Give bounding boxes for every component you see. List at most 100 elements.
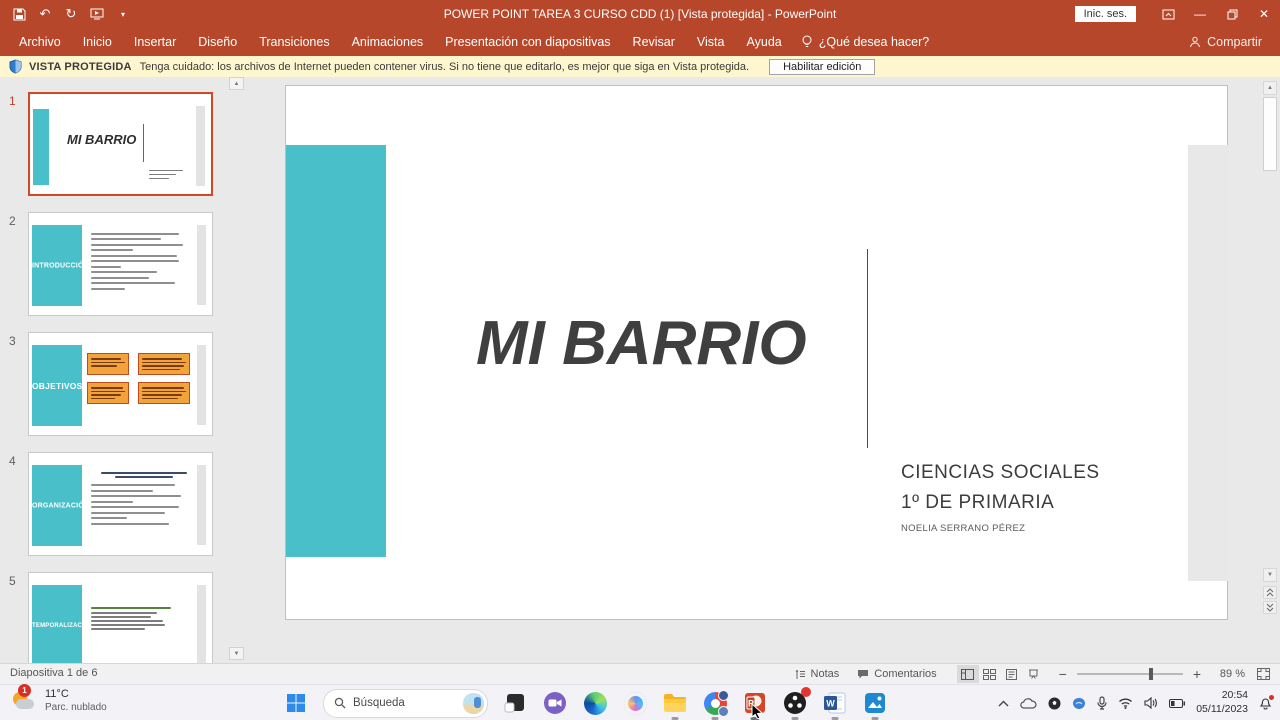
microphone-icon[interactable] <box>1097 696 1107 710</box>
slide-thumbnail-1[interactable]: MI BARRIO <box>28 92 213 196</box>
minimize-icon[interactable]: — <box>1184 0 1216 28</box>
obs-notification-dot <box>801 687 811 697</box>
zoom-slider[interactable] <box>1077 673 1183 675</box>
ribbon-tab-revisar[interactable]: Revisar <box>622 28 686 56</box>
start-slideshow-icon[interactable] <box>90 7 104 21</box>
file-explorer-icon[interactable] <box>662 690 688 716</box>
photos-icon[interactable] <box>862 690 888 716</box>
canvas-scrollbar-thumb[interactable] <box>1263 97 1277 171</box>
slideshow-icon[interactable] <box>1023 665 1045 683</box>
ribbon-tab-ayuda[interactable]: Ayuda <box>736 28 793 56</box>
notification-bell-icon[interactable] <box>1259 696 1272 710</box>
slide-thumbnail-2[interactable]: INTRODUCCIÓN <box>28 212 213 316</box>
thumb-gray-bar <box>197 345 206 425</box>
notes-button[interactable]: Notas <box>795 668 840 680</box>
close-icon[interactable]: ✕ <box>1248 0 1280 28</box>
sign-in-button[interactable]: Inic. ses. <box>1075 6 1136 22</box>
enable-editing-button[interactable]: Habilitar edición <box>769 59 875 75</box>
thumb-teal-block: OBJETIVOS <box>32 345 82 426</box>
tray-chevron-icon[interactable] <box>998 700 1009 707</box>
edge-icon[interactable] <box>582 690 608 716</box>
ribbon-tab-presentación-con-diapositivas[interactable]: Presentación con diapositivas <box>434 28 621 56</box>
slide-thumbnail-5[interactable]: TEMPORALIZACIÓN <box>28 572 213 663</box>
system-tray: 20:54 05/11/2023 <box>998 685 1272 720</box>
save-icon[interactable] <box>12 7 26 21</box>
restore-icon[interactable] <box>1216 0 1248 28</box>
slide-subtitle-line1: CIENCIAS SOCIALES <box>901 462 1100 484</box>
slide-thumbnail-3[interactable]: OBJETIVOS <box>28 332 213 436</box>
ribbon-tab-animaciones[interactable]: Animaciones <box>341 28 435 56</box>
slide-title: MI BARRIO <box>476 308 807 379</box>
wifi-icon[interactable] <box>1118 698 1133 709</box>
volume-icon[interactable] <box>1144 697 1158 709</box>
slide-number-5: 5 <box>9 574 16 588</box>
orange-box <box>138 382 190 404</box>
windows-taskbar: 1 11°C Parc. nublado Búsqueda <box>0 684 1280 720</box>
slide-teal-rectangle <box>286 145 386 557</box>
thumb-body-text <box>91 469 196 528</box>
previous-slide-button[interactable] <box>1263 586 1277 599</box>
mouse-cursor <box>751 703 764 719</box>
ribbon-tab-archivo[interactable]: Archivo <box>8 28 72 56</box>
fit-slide-to-window-icon[interactable] <box>1257 668 1270 680</box>
orange-box <box>87 382 129 404</box>
task-view-icon[interactable] <box>502 690 528 716</box>
share-button[interactable]: Compartir <box>1189 35 1262 49</box>
slide-divider-line <box>867 249 868 448</box>
next-slide-button[interactable] <box>1263 601 1277 614</box>
ball-icon[interactable] <box>1048 697 1061 710</box>
thumbnails-scroll-down-icon[interactable]: ▼ <box>229 647 244 660</box>
comments-button[interactable]: Comentarios <box>857 668 936 680</box>
undo-icon[interactable]: ↶ <box>38 7 52 21</box>
svg-text:W: W <box>826 699 835 709</box>
thumbnails-scroll-up-icon[interactable]: ▲ <box>229 77 244 90</box>
search-input[interactable]: Búsqueda <box>323 689 488 718</box>
ribbon-tab-vista[interactable]: Vista <box>686 28 736 56</box>
ribbon-tab-diseño[interactable]: Diseño <box>187 28 248 56</box>
blue-app-icon[interactable] <box>1072 697 1086 710</box>
comments-icon <box>857 669 869 680</box>
slide-canvas[interactable]: MI BARRIO CIENCIAS SOCIALES 1º DE PRIMAR… <box>285 85 1228 620</box>
zoom-level[interactable]: 89 % <box>1211 668 1245 680</box>
zoom-slider-thumb[interactable] <box>1149 668 1153 680</box>
chrome-people-icon[interactable] <box>702 690 728 716</box>
clock-time: 20:54 <box>1196 689 1248 703</box>
start-button[interactable] <box>283 690 309 716</box>
ribbon-tab-row: ArchivoInicioInsertarDiseñoTransicionesA… <box>0 28 1280 56</box>
reading-view-icon[interactable] <box>1001 665 1023 683</box>
customize-quick-access-icon[interactable]: ▾ <box>116 7 130 21</box>
word-icon[interactable]: W <box>822 690 848 716</box>
slide-thumbnail-4[interactable]: ORGANIZACIÓN <box>28 452 213 556</box>
tell-me-label: ¿Qué desea hacer? <box>819 35 930 49</box>
ribbon-tab-inicio[interactable]: Inicio <box>72 28 123 56</box>
zoom-in-icon[interactable]: + <box>1193 666 1201 682</box>
video-chat-icon[interactable] <box>542 690 568 716</box>
ribbon-tab-transiciones[interactable]: Transiciones <box>248 28 340 56</box>
protected-view-message: Tenga cuidado: los archivos de Internet … <box>140 61 749 73</box>
ribbon-tab-insertar[interactable]: Insertar <box>123 28 187 56</box>
slide-indicator[interactable]: Diapositiva 1 de 6 <box>10 667 97 679</box>
weather-widget[interactable]: 1 11°C Parc. nublado <box>10 687 107 715</box>
canvas-scroll-up-icon[interactable]: ▲ <box>1263 81 1277 95</box>
ribbon-display-options-icon[interactable] <box>1152 0 1184 28</box>
canvas-scroll-down-icon[interactable]: ▼ <box>1263 568 1277 582</box>
battery-icon[interactable] <box>1169 699 1185 708</box>
weather-temp: 11°C <box>45 688 107 701</box>
taskbar-clock[interactable]: 20:54 05/11/2023 <box>1196 689 1248 716</box>
onedrive-icon[interactable] <box>1020 698 1037 709</box>
copilot-icon[interactable] <box>622 690 648 716</box>
zoom-out-icon[interactable]: − <box>1059 666 1067 682</box>
slide-thumbnail-panel: ▲ ▼ 1 MI BARRIO 2 INTRODUCCIÓN3 OBJETIVO… <box>0 77 246 663</box>
slide-sorter-icon[interactable] <box>979 665 1001 683</box>
search-daily-image[interactable] <box>463 693 484 714</box>
obs-icon[interactable] <box>782 690 808 716</box>
tell-me-box[interactable]: ¿Qué desea hacer? <box>801 35 930 49</box>
powerpoint-icon[interactable]: P <box>742 690 768 716</box>
thumb-divider-line <box>143 124 144 162</box>
redo-icon[interactable]: ↻ <box>64 7 78 21</box>
orange-box <box>138 353 190 375</box>
thumb-section-label: INTRODUCCIÓN <box>32 262 82 269</box>
view-switcher <box>957 665 1045 683</box>
normal-view-icon[interactable] <box>957 665 979 683</box>
title-bar: ↶ ↻ ▾ POWER POINT TAREA 3 CURSO CDD (1) … <box>0 0 1280 28</box>
